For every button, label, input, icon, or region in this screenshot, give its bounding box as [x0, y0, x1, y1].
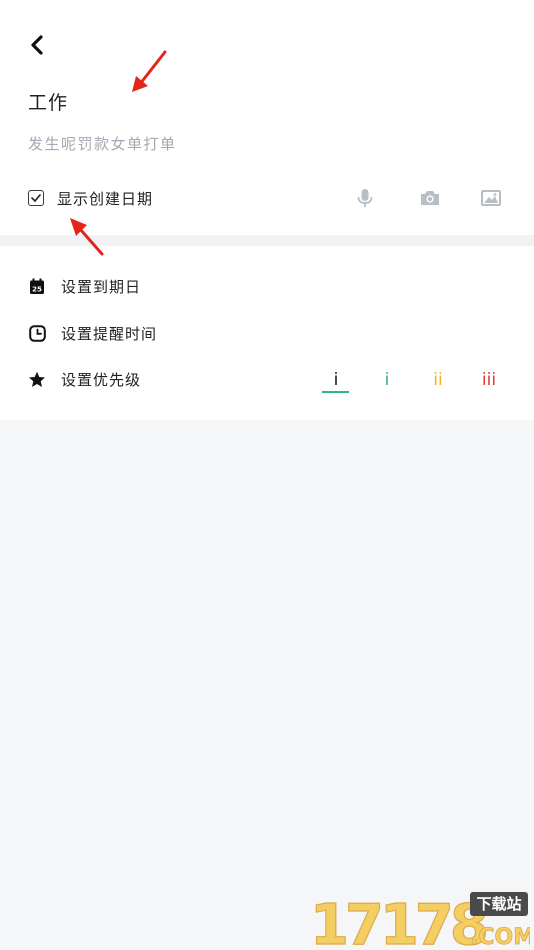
priority-option-1[interactable]: i: [321, 367, 351, 393]
show-date-label: 显示创建日期: [57, 189, 154, 208]
show-date-checkbox[interactable]: [28, 190, 44, 206]
watermark-badge: 下载站: [476, 895, 521, 913]
show-date-toggle[interactable]: 显示创建日期: [28, 187, 153, 209]
set-reminder-row[interactable]: 设置提醒时间: [28, 320, 157, 346]
watermark-number: 17178: [310, 893, 486, 948]
set-priority-label: 设置优先级: [61, 370, 142, 389]
priority-option-2[interactable]: i: [372, 367, 402, 393]
check-icon: [31, 194, 41, 202]
site-watermark: 17178 下载站 .COM: [308, 888, 534, 950]
microphone-icon: [357, 189, 373, 207]
image-button[interactable]: [479, 186, 503, 210]
camera-icon: [421, 191, 439, 205]
set-due-date-row[interactable]: 25 设置到期日: [28, 273, 141, 299]
set-priority-row[interactable]: 设置优先级: [28, 366, 141, 392]
note-content[interactable]: 发生呢罚款女单打单: [28, 133, 177, 154]
chevron-left-icon: [31, 35, 43, 55]
priority-selected-indicator: [322, 391, 349, 393]
priority-option-3[interactable]: ii: [423, 367, 453, 393]
set-reminder-label: 设置提醒时间: [61, 324, 158, 343]
priority-option-4[interactable]: iii: [474, 367, 504, 393]
microphone-button[interactable]: [353, 186, 377, 210]
set-due-date-label: 设置到期日: [61, 277, 142, 296]
star-icon: [28, 370, 46, 388]
clock-icon: [28, 324, 46, 342]
annotation-arrow-icon: [132, 50, 167, 92]
calendar-day: 25: [32, 285, 42, 293]
watermark-suffix: .COM: [470, 925, 530, 948]
back-button[interactable]: [24, 32, 50, 58]
note-title[interactable]: 工作: [28, 88, 68, 115]
note-header-card: 工作 发生呢罚款女单打单 显示创建日期: [0, 0, 534, 235]
image-icon: [481, 190, 501, 206]
calendar-icon: 25: [28, 277, 46, 295]
camera-button[interactable]: [418, 186, 442, 210]
annotation-arrow-icon: [70, 218, 104, 256]
